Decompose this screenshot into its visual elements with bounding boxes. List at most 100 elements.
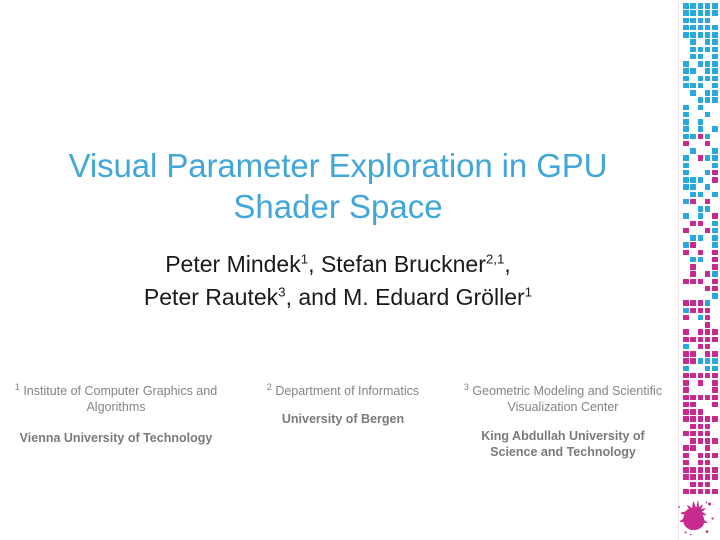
pixel-cell-empty (690, 213, 696, 219)
pixel-cell-cyan (683, 343, 689, 350)
pixel-cell-magenta (683, 249, 689, 256)
pixel-cell-empty (683, 47, 689, 53)
pixel-cell-cyan (690, 256, 696, 263)
pixel-cell-empty (690, 329, 696, 335)
pixel-cell-empty (698, 445, 704, 451)
pixel-cell-magenta (704, 271, 711, 277)
pixel-cell-magenta (697, 278, 704, 285)
pixel-cell-cyan (690, 184, 696, 190)
pixel-cell-magenta (704, 351, 711, 357)
pixel-cell-empty (683, 286, 689, 292)
pixel-cell-cyan (712, 162, 718, 169)
pixel-cell-magenta (704, 198, 711, 205)
pixel-cell-magenta (690, 300, 696, 306)
pixel-cell-cyan (690, 133, 696, 140)
pixel-cell-magenta (704, 438, 711, 444)
pixel-cell-magenta (697, 459, 704, 466)
pixel-cell-magenta (683, 467, 689, 473)
pixel-cell-magenta (712, 452, 718, 459)
pixel-cell-magenta (704, 343, 711, 350)
pixel-cell-magenta (704, 467, 711, 473)
pixel-cell-magenta (690, 351, 696, 357)
pixel-cell-empty (690, 387, 696, 393)
pixel-cell-cyan (697, 256, 704, 263)
pixel-cell-cyan (712, 32, 718, 38)
pixel-cell-magenta (712, 438, 718, 444)
pixel-cell-cyan (704, 300, 711, 306)
pixel-cell-magenta (697, 452, 704, 459)
pixel-cell-magenta (704, 416, 711, 422)
pixel-cell-cyan (683, 111, 689, 118)
pixel-cell-magenta (690, 278, 696, 285)
pixel-cell-cyan (697, 32, 704, 38)
pixel-cell-magenta (697, 416, 704, 422)
pixel-cell-cyan (683, 242, 689, 248)
affiliation-1: 1 Institute of Computer Graphics and Alg… (0, 382, 232, 446)
pixel-cell-cyan (697, 104, 704, 111)
pixel-cell-magenta (697, 220, 704, 227)
pixel-cell-magenta (697, 300, 704, 306)
pixel-cell-cyan (683, 17, 689, 24)
pixel-cell-cyan (683, 82, 689, 89)
pixel-cell-magenta (690, 358, 696, 364)
pixel-cell-cyan (704, 17, 711, 24)
pixel-cell-cyan (683, 32, 689, 38)
pixel-cell-empty (698, 184, 704, 190)
pixel-cell-cyan (712, 235, 718, 241)
pixel-cell-empty (712, 460, 718, 466)
pixel-cell-cyan (683, 75, 689, 82)
pixel-cell-empty (705, 402, 711, 408)
title-slide: Visual Parameter Exploration in GPU Shad… (0, 0, 720, 540)
pixel-cell-empty (698, 170, 704, 176)
pixel-cell-empty (712, 431, 718, 437)
pixel-cell-empty (690, 119, 696, 125)
pixel-cell-empty (690, 380, 696, 386)
pixel-cell-cyan (683, 24, 689, 31)
author-sup-groller: 1 (524, 284, 533, 300)
pixel-cell-cyan (683, 126, 689, 132)
affiliation-1-department: 1 Institute of Computer Graphics and Alg… (8, 382, 224, 415)
pixel-cell-magenta (704, 372, 711, 379)
pixel-cell-cyan (712, 39, 718, 45)
pixel-cell-empty (712, 112, 718, 118)
pixel-cell-magenta (712, 336, 718, 343)
pixel-cell-cyan (704, 97, 711, 103)
pixel-cell-magenta (697, 336, 704, 343)
pixel-cell-magenta (704, 481, 711, 488)
pixel-cell-magenta (697, 474, 704, 480)
pixel-cell-magenta (683, 351, 689, 357)
pixel-cell-empty (698, 293, 704, 299)
author-separator-3: , and (285, 284, 344, 310)
pixel-cell-empty (698, 271, 704, 277)
pixel-cell-magenta (697, 307, 704, 314)
pixel-cell-empty (683, 148, 689, 154)
pixel-cell-cyan (683, 198, 689, 205)
pixel-cell-cyan (704, 111, 711, 118)
pixel-cell-empty (705, 293, 711, 299)
pixel-cell-empty (690, 344, 696, 350)
pixel-cell-cyan (690, 10, 696, 16)
affiliation-1-university: Vienna University of Technology (19, 431, 213, 445)
pixel-cell-empty (705, 192, 711, 198)
pixel-cell-empty (712, 18, 718, 24)
pixel-cell-cyan (712, 293, 718, 299)
pixel-cell-empty (698, 242, 704, 248)
pixel-cell-empty (712, 315, 718, 321)
pixel-cell-magenta (690, 372, 696, 379)
pixel-cell-empty (712, 206, 718, 212)
pixel-cell-empty (690, 286, 696, 292)
pixel-cell-cyan (683, 169, 689, 176)
affiliation-2: 2 Department of Informatics University o… (232, 382, 454, 427)
ink-splatter-icon (676, 498, 718, 538)
pixel-cell-cyan (683, 307, 689, 314)
affiliation-3: 3 Geometric Modeling and Scientific Visu… (454, 382, 672, 460)
pixel-cell-cyan (697, 24, 704, 31)
decorative-pixel-strip (678, 0, 720, 540)
pixel-cell-cyan (697, 3, 704, 9)
pixel-cell-magenta (690, 401, 696, 408)
pixel-cell-magenta (683, 459, 689, 466)
pixel-cell-magenta (683, 140, 689, 147)
pixel-cell-magenta (683, 452, 689, 459)
pixel-cell-magenta (683, 430, 689, 437)
pixel-cell-cyan (690, 39, 696, 45)
